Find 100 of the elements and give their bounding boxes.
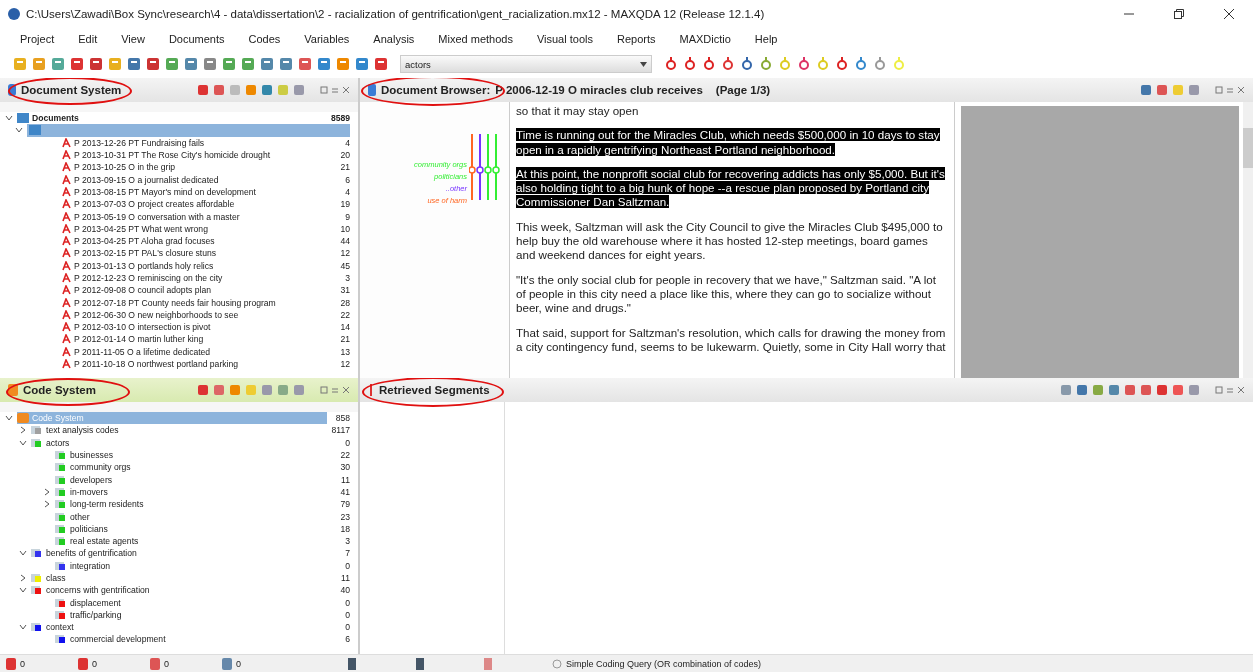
- toolbar-icon[interactable]: [682, 56, 698, 72]
- toolbar-icon[interactable]: [197, 384, 209, 396]
- tree-item[interactable]: P 2012-01-14 O martin luther king 21: [0, 333, 358, 346]
- tree-item[interactable]: P 2013-07-03 O project creates affordable 19: [0, 198, 358, 211]
- tree-item[interactable]: concerns with gentrification 40: [0, 584, 358, 597]
- chevron-icon[interactable]: [18, 573, 28, 583]
- tree-item[interactable]: long-term residents 79: [0, 498, 358, 511]
- menu-item[interactable]: Variables: [292, 33, 362, 45]
- toolbar-icon[interactable]: [758, 56, 774, 72]
- toolbar-icon[interactable]: [126, 56, 142, 72]
- restore-icon[interactable]: [1173, 8, 1185, 20]
- toolbar-icon[interactable]: [739, 56, 755, 72]
- tree-item[interactable]: P 2013-04-25 PT Aloha grad focuses 44: [0, 234, 358, 248]
- menu-item[interactable]: MAXDictio: [667, 33, 743, 45]
- scrollbar[interactable]: [1243, 102, 1253, 378]
- toolbar-icon[interactable]: [1156, 384, 1168, 396]
- toolbar-icon[interactable]: [373, 56, 389, 72]
- tree-item[interactable]: class 11: [0, 571, 358, 585]
- menu-item[interactable]: Codes: [236, 33, 293, 45]
- tree-item[interactable]: real estate agents 3: [0, 534, 358, 548]
- toolbar-icon[interactable]: [278, 56, 294, 72]
- tree-item[interactable]: P 2013-01-13 O portlands holy relics 45: [0, 259, 358, 272]
- tree-item[interactable]: politicians 18: [0, 522, 358, 535]
- toolbar-icon[interactable]: [834, 56, 850, 72]
- tree-item[interactable]: community orgs 30: [0, 461, 358, 474]
- chevron-icon[interactable]: [18, 425, 28, 436]
- menu-item[interactable]: Edit: [66, 33, 110, 45]
- toolbar-icon[interactable]: [316, 56, 332, 72]
- menu-item[interactable]: Reports: [605, 33, 668, 45]
- menu-item[interactable]: Mixed methods: [426, 33, 525, 45]
- tree-item[interactable]: Code System 858: [0, 412, 358, 425]
- tree-item[interactable]: text analysis codes 8117: [0, 424, 358, 437]
- toolbar-icon[interactable]: [88, 56, 104, 72]
- toolbar-icon[interactable]: [872, 56, 888, 72]
- toolbar-icon[interactable]: [145, 56, 161, 72]
- toolbar-icon[interactable]: [701, 56, 717, 72]
- tree-item[interactable]: P 2013-10-31 PT The Rose City's homicide drought 20: [0, 148, 358, 162]
- toolbar-icon[interactable]: [50, 56, 66, 72]
- panel-controls-icon[interactable]: [1215, 386, 1245, 394]
- tree-item[interactable]: P 2013-09-15 O a journalist dedicated 6: [0, 173, 358, 186]
- panel-controls-icon[interactable]: [320, 386, 350, 394]
- tree-item[interactable]: P 2013-12-26 PT Fundraising fails 4: [0, 136, 358, 149]
- tree-item[interactable]: P 2011-10-18 O northwest portland parking 12: [0, 357, 358, 371]
- toolbar-icon[interactable]: [796, 56, 812, 72]
- tree-item[interactable]: benefits of gentrification 7: [0, 547, 358, 560]
- toolbar-icon[interactable]: [261, 84, 273, 96]
- tree-item[interactable]: P 2012-06-30 O new neighborhoods to see 22: [0, 308, 358, 322]
- toolbar-icon[interactable]: [663, 56, 679, 72]
- code-dropdown[interactable]: actors: [400, 55, 652, 73]
- chevron-icon[interactable]: [42, 499, 52, 510]
- toolbar-icon[interactable]: [1060, 384, 1072, 396]
- tree-item[interactable]: P 2013-04-25 PT What went wrong 10: [0, 222, 358, 235]
- tree-item[interactable]: in-movers 41: [0, 485, 358, 499]
- tree-item[interactable]: businesses 22: [0, 448, 358, 462]
- toolbar-icon[interactable]: [1172, 384, 1184, 396]
- toolbar-icon[interactable]: [354, 56, 370, 72]
- toolbar-icon[interactable]: [213, 84, 225, 96]
- tree-item[interactable]: developers 11: [0, 473, 358, 486]
- toolbar-icon[interactable]: [164, 56, 180, 72]
- toolbar-icon[interactable]: [297, 56, 313, 72]
- tree-item[interactable]: P 2012-03-10 O intersection is pivot 14: [0, 321, 358, 334]
- chevron-icon[interactable]: [42, 486, 52, 497]
- tree-item[interactable]: P 2012-07-18 PT County needs fair housing program 28: [0, 296, 358, 309]
- tree-item[interactable]: commercial development 6: [0, 633, 358, 646]
- toolbar-icon[interactable]: [259, 56, 275, 72]
- tree-item[interactable]: context 0: [0, 621, 358, 634]
- toolbar-icon[interactable]: [1108, 384, 1120, 396]
- tree-item[interactable]: integration 0: [0, 559, 358, 572]
- toolbar-icon[interactable]: [197, 84, 209, 96]
- toolbar-icon[interactable]: [183, 56, 199, 72]
- menu-item[interactable]: Documents: [156, 33, 237, 45]
- toolbar-icon[interactable]: [720, 56, 736, 72]
- toolbar-icon[interactable]: [1140, 84, 1152, 96]
- tree-item[interactable]: P 2013-10-25 O in the grip 21: [0, 161, 358, 174]
- tree-item[interactable]: P 2012-09-08 O council adopts plan 31: [0, 284, 358, 297]
- toolbar-icon[interactable]: [240, 56, 256, 72]
- toolbar-icon[interactable]: [213, 384, 225, 396]
- toolbar-icon[interactable]: [202, 56, 218, 72]
- menu-item[interactable]: Analysis: [361, 33, 427, 45]
- toolbar-icon[interactable]: [69, 56, 85, 72]
- menu-item[interactable]: Help: [742, 33, 790, 45]
- tree-item[interactable]: displacement 0: [0, 596, 358, 609]
- toolbar-icon[interactable]: [1124, 384, 1136, 396]
- tree-item[interactable]: other 23: [0, 510, 358, 523]
- menu-item[interactable]: Project: [8, 33, 67, 45]
- toolbar-icon[interactable]: [335, 56, 351, 72]
- menu-item[interactable]: View: [109, 33, 157, 45]
- toolbar-icon[interactable]: [853, 56, 869, 72]
- toolbar-icon[interactable]: [293, 84, 305, 96]
- toolbar-icon[interactable]: [1140, 384, 1152, 396]
- toolbar-icon[interactable]: [1188, 84, 1200, 96]
- toolbar-icon[interactable]: [1076, 384, 1088, 396]
- toolbar-icon[interactable]: [1156, 84, 1168, 96]
- tree-item[interactable]: traffic/parking 0: [0, 608, 358, 622]
- tree-item[interactable]: P 2012-12-23 O reminiscing on the city 3: [0, 271, 358, 285]
- toolbar-icon[interactable]: [221, 56, 237, 72]
- tree-item[interactable]: P 2013-05-19 O conversation with a master 9: [0, 210, 358, 223]
- panel-controls-icon[interactable]: [320, 86, 350, 94]
- panel-controls-icon[interactable]: [1215, 86, 1245, 94]
- close-icon[interactable]: [1223, 8, 1235, 20]
